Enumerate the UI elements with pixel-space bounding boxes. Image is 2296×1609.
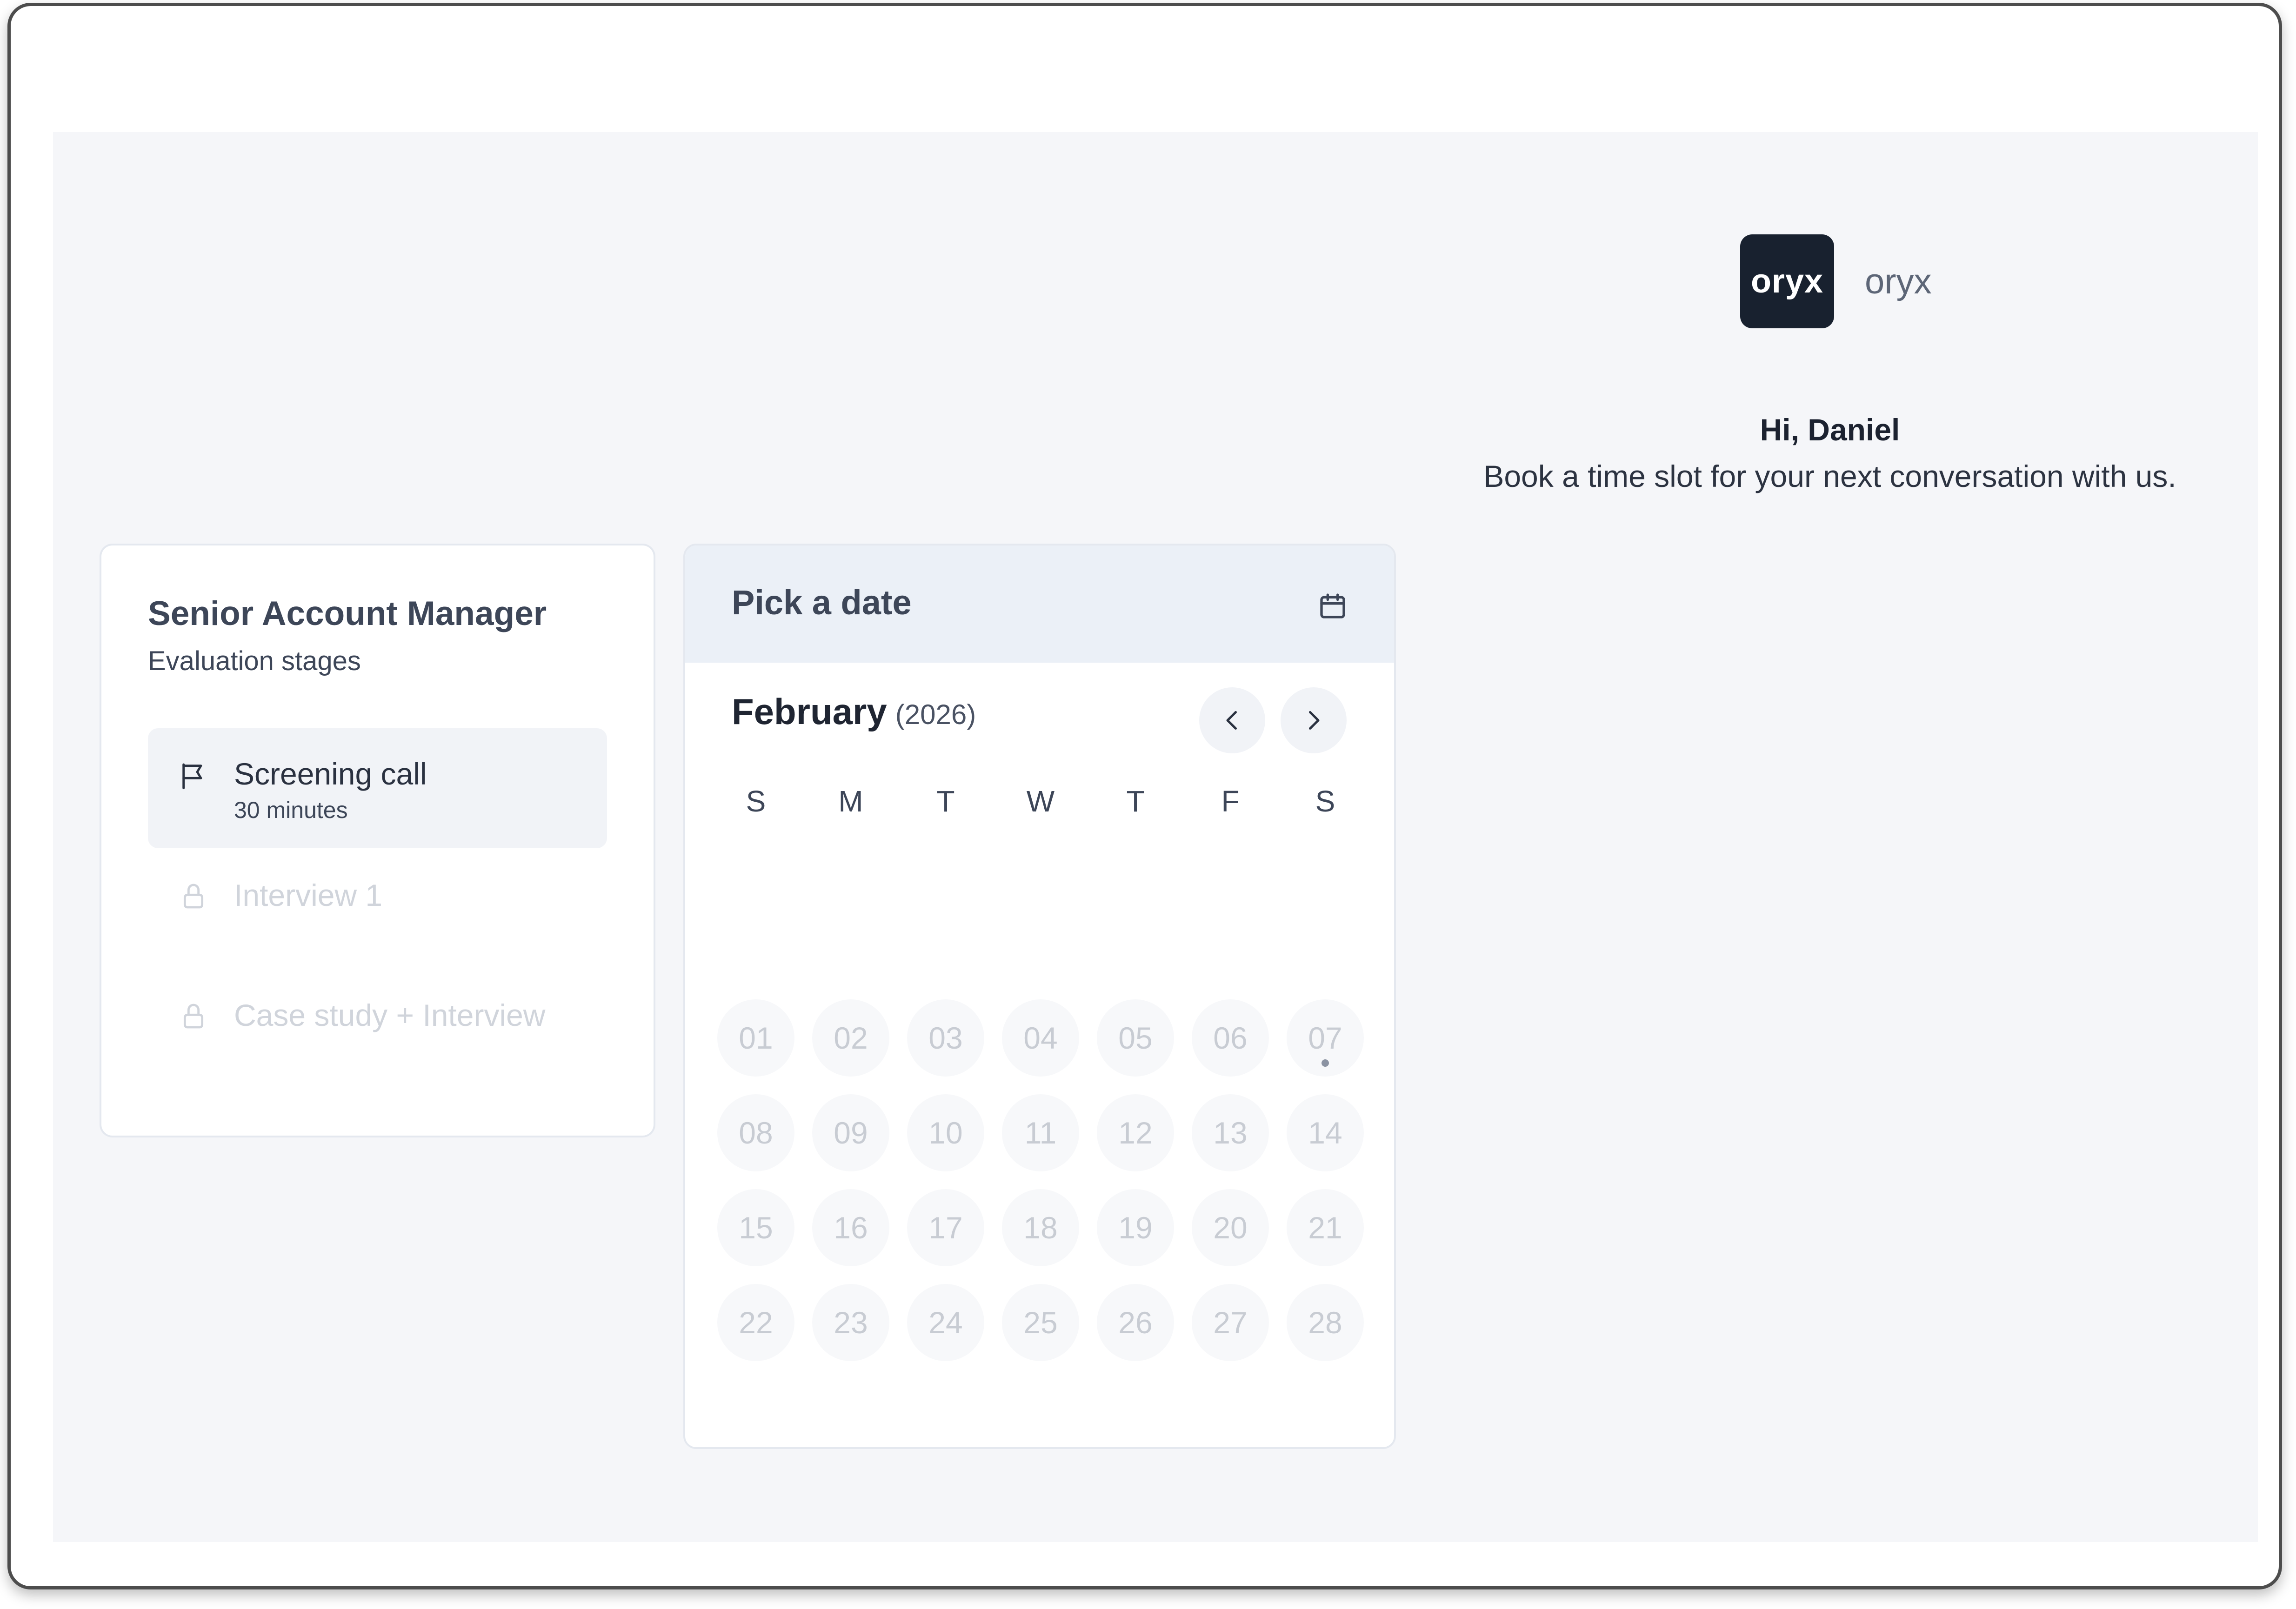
month-year: (2026) bbox=[895, 699, 976, 730]
day-cell[interactable]: 28 bbox=[1287, 1284, 1364, 1361]
window-frame: oryx oryx Hi, Daniel Book a time slot fo… bbox=[7, 3, 2282, 1589]
weekday-label: T bbox=[1126, 785, 1145, 818]
day-cell[interactable]: 11 bbox=[1002, 1094, 1079, 1171]
weekday-label: T bbox=[936, 785, 955, 818]
day-cell[interactable]: 05 bbox=[1097, 999, 1174, 1077]
day-cell[interactable]: 09 bbox=[812, 1094, 889, 1171]
day-cell[interactable]: 16 bbox=[812, 1189, 889, 1266]
date-picker-header: Pick a date bbox=[685, 545, 1394, 663]
day-cell[interactable]: 13 bbox=[1192, 1094, 1269, 1171]
greeting-subtitle: Book a time slot for your next conversat… bbox=[1483, 459, 2176, 493]
day-cell[interactable]: 01 bbox=[717, 999, 794, 1077]
calendar-icon[interactable] bbox=[1318, 591, 1348, 621]
day-cell[interactable]: 24 bbox=[907, 1284, 984, 1361]
greeting: Hi, Daniel Book a time slot for your nex… bbox=[1383, 406, 2276, 499]
brand-header: oryx oryx bbox=[1740, 234, 1932, 328]
day-indicator-dot bbox=[1322, 1059, 1329, 1067]
chevron-right-icon bbox=[1309, 711, 1320, 730]
stage-interview-1: Interview 1 bbox=[148, 833, 607, 953]
day-cell[interactable]: 17 bbox=[907, 1189, 984, 1266]
next-month-button[interactable] bbox=[1281, 687, 1347, 753]
day-cell[interactable]: 04 bbox=[1002, 999, 1079, 1077]
weekday-label: S bbox=[1315, 785, 1335, 818]
flag-icon bbox=[182, 763, 202, 790]
stage-screening-call[interactable]: Screening call 30 minutes bbox=[148, 728, 607, 848]
stage-label: Case study + Interview bbox=[234, 998, 546, 1032]
day-cell[interactable]: 18 bbox=[1002, 1189, 1079, 1266]
page-canvas: oryx oryx Hi, Daniel Book a time slot fo… bbox=[53, 132, 2258, 1542]
day-cell[interactable]: 19 bbox=[1097, 1189, 1174, 1266]
day-cell[interactable]: 06 bbox=[1192, 999, 1269, 1077]
weekday-label: S bbox=[746, 785, 766, 818]
brand-logo: oryx bbox=[1740, 234, 1834, 328]
day-cell[interactable]: 14 bbox=[1287, 1094, 1364, 1171]
weekday-label: F bbox=[1221, 785, 1240, 818]
day-cell[interactable]: 25 bbox=[1002, 1284, 1079, 1361]
job-title: Senior Account Manager bbox=[148, 595, 547, 632]
day-cell[interactable]: 10 bbox=[907, 1094, 984, 1171]
stages-subtitle: Evaluation stages bbox=[148, 646, 361, 676]
day-cell[interactable]: 08 bbox=[717, 1094, 794, 1171]
previous-month-button[interactable] bbox=[1199, 687, 1265, 753]
day-cell[interactable]: 21 bbox=[1287, 1189, 1364, 1266]
stage-label: Interview 1 bbox=[234, 878, 383, 912]
day-cell[interactable]: 15 bbox=[717, 1189, 794, 1266]
day-cell[interactable]: 27 bbox=[1192, 1284, 1269, 1361]
date-picker-title: Pick a date bbox=[732, 583, 912, 622]
day-cell[interactable]: 20 bbox=[1192, 1189, 1269, 1266]
day-cell[interactable]: 03 bbox=[907, 999, 984, 1077]
greeting-title: Hi, Daniel bbox=[1760, 412, 1900, 447]
stage-duration: 30 minutes bbox=[234, 797, 348, 823]
stage-label: Screening call bbox=[234, 757, 427, 791]
stage-case-study-interview: Case study + Interview bbox=[148, 953, 607, 1073]
weekday-label: M bbox=[838, 785, 863, 818]
evaluation-stages-card: Senior Account Manager Evaluation stages… bbox=[100, 544, 655, 1137]
chevron-left-icon bbox=[1226, 711, 1237, 730]
day-cell[interactable]: 12 bbox=[1097, 1094, 1174, 1171]
date-picker-card: Pick a date February (2026) S M T W T F … bbox=[683, 544, 1396, 1449]
day-cell[interactable]: 22 bbox=[717, 1284, 794, 1361]
lock-icon bbox=[183, 1004, 204, 1029]
day-cell[interactable]: 26 bbox=[1097, 1284, 1174, 1361]
month-name: February bbox=[732, 691, 887, 732]
day-cell[interactable]: 02 bbox=[812, 999, 889, 1077]
weekday-label: W bbox=[1026, 785, 1055, 818]
month-label: February (2026) bbox=[732, 691, 976, 733]
day-cell[interactable]: 23 bbox=[812, 1284, 889, 1361]
lock-icon bbox=[183, 884, 204, 909]
brand-name: oryx bbox=[1865, 261, 1932, 301]
